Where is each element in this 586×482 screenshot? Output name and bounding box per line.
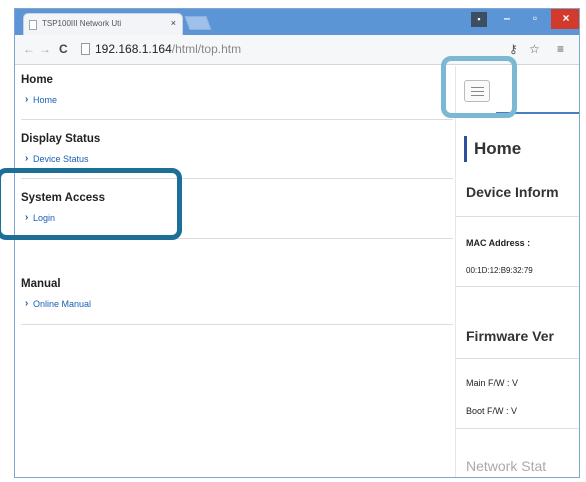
divider bbox=[456, 428, 579, 429]
minimize-button[interactable]: – bbox=[495, 9, 519, 29]
link-label: Online Manual bbox=[33, 299, 92, 309]
sidebar-section-home: Home › Home bbox=[21, 74, 453, 105]
page-icon bbox=[81, 43, 90, 55]
sidebar-link-home[interactable]: › Home bbox=[21, 94, 453, 105]
user-icon[interactable]: ▪ bbox=[471, 12, 487, 27]
bookmark-star-icon[interactable]: ☆ bbox=[529, 42, 540, 56]
divider bbox=[21, 119, 453, 120]
link-label: Home bbox=[33, 95, 58, 105]
url-host: 192.168.1.164 bbox=[95, 42, 172, 56]
page-title: Home bbox=[464, 136, 521, 162]
browser-tab[interactable]: TSP100III Network Uti × bbox=[23, 13, 183, 35]
sidebar-section-manual: Manual › Online Manual bbox=[21, 278, 453, 309]
divider bbox=[456, 358, 579, 359]
sidebar: Home › Home Display Status › Device Status… bbox=[15, 66, 455, 477]
chevron-right-icon: › bbox=[25, 298, 29, 309]
chevron-right-icon: › bbox=[25, 94, 29, 105]
menu-highlight-box bbox=[441, 56, 517, 118]
title-bar: TSP100III Network Uti × ▪ – ▫ × bbox=[15, 9, 579, 35]
divider bbox=[456, 286, 579, 287]
maximize-button[interactable]: ▫ bbox=[523, 9, 547, 29]
key-icon[interactable]: ⚷ bbox=[509, 42, 518, 56]
main-fw-label: Main F/W : V bbox=[466, 378, 519, 388]
url-path: /html/top.htm bbox=[171, 42, 242, 56]
mac-address-label: MAC Address : bbox=[466, 238, 531, 248]
address-bar[interactable]: 192.168.1.164/html/top.htm bbox=[77, 39, 497, 60]
section-title: Display Status bbox=[21, 133, 101, 145]
back-arrow-icon[interactable]: ← bbox=[23, 42, 35, 56]
firmware-heading: Firmware Ver bbox=[466, 328, 554, 344]
sidebar-link-online-manual[interactable]: › Online Manual bbox=[21, 298, 453, 309]
divider bbox=[21, 324, 453, 325]
sidebar-link-device-status[interactable]: › Device Status bbox=[21, 153, 453, 164]
tab-title: TSP100III Network Uti bbox=[42, 19, 122, 28]
new-tab-button[interactable] bbox=[184, 16, 212, 30]
link-label: Device Status bbox=[33, 154, 89, 164]
mac-address-value: 00:1D:12:B9:32:79 bbox=[466, 266, 533, 275]
sidebar-section-display-status: Display Status › Device Status bbox=[21, 133, 453, 164]
device-info-heading: Device Inform bbox=[466, 184, 559, 200]
browser-menu-icon[interactable]: ≡ bbox=[557, 42, 564, 56]
reload-icon[interactable]: C bbox=[59, 42, 68, 56]
chevron-right-icon: › bbox=[25, 153, 29, 164]
login-highlight-box bbox=[0, 168, 182, 240]
network-status-heading: Network Stat bbox=[466, 458, 547, 474]
tab-close-icon[interactable]: × bbox=[171, 18, 176, 28]
divider bbox=[456, 216, 579, 217]
boot-fw-label: Boot F/W : V bbox=[466, 406, 518, 416]
forward-arrow-icon[interactable]: → bbox=[39, 42, 51, 56]
main-content: Home Device Inform MAC Address : 00:1D:1… bbox=[455, 66, 579, 477]
section-title: Manual bbox=[21, 278, 61, 290]
close-button[interactable]: × bbox=[551, 9, 579, 29]
page-icon bbox=[29, 20, 37, 30]
section-title: Home bbox=[21, 74, 53, 86]
